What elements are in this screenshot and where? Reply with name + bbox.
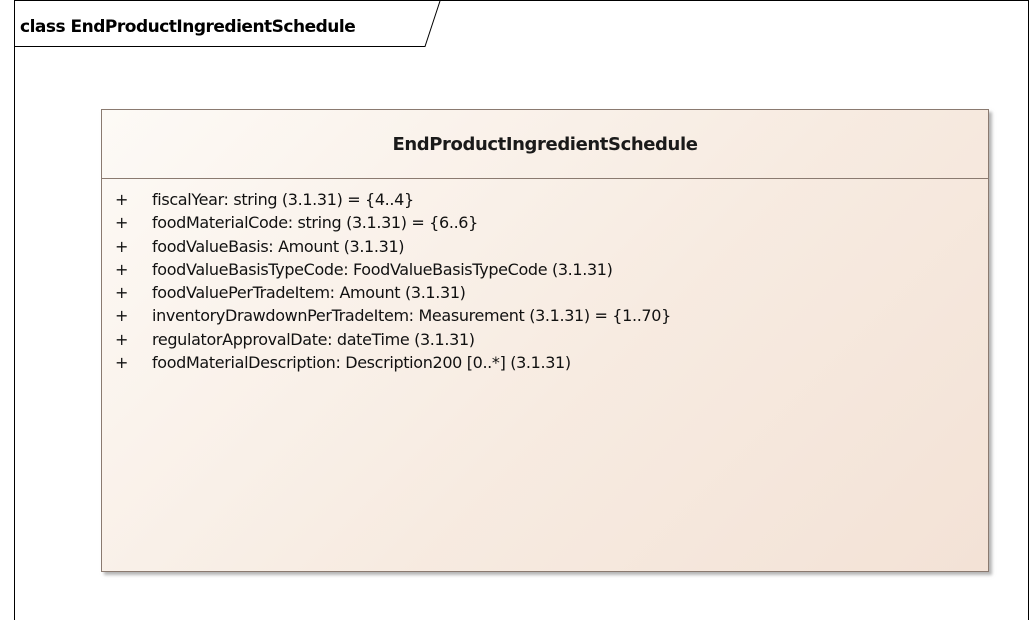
attribute-text: fiscalYear: string (3.1.31) = {4..4}: [152, 190, 414, 209]
visibility-marker: +: [115, 190, 129, 209]
attribute-text: foodMaterialCode: string (3.1.31) = {6..…: [152, 213, 478, 233]
attribute-row[interactable]: + foodMaterialDescription: Description20…: [102, 353, 988, 376]
visibility-marker: +: [115, 259, 129, 279]
attribute-row[interactable]: + regulatorApprovalDate: dateTime (3.1.3…: [102, 330, 988, 353]
class-name: EndProductIngredientSchedule: [392, 133, 698, 155]
attribute-text: inventoryDrawdownPerTradeItem: Measureme…: [152, 306, 671, 326]
attribute-text: foodValuePerTradeItem: Amount (3.1.31): [152, 283, 466, 303]
attribute-text: foodMaterialDescription: Description200 …: [152, 353, 571, 373]
attribute-row[interactable]: + inventoryDrawdownPerTradeItem: Measure…: [102, 306, 988, 329]
visibility-marker: +: [115, 306, 129, 326]
visibility-marker: +: [115, 236, 129, 256]
attribute-row[interactable]: + fiscalYear: string (3.1.31) = {4..4}: [102, 190, 988, 213]
compartment-divider: [102, 178, 988, 179]
visibility-marker: +: [115, 213, 129, 233]
attribute-row[interactable]: + foodMaterialCode: string (3.1.31) = {6…: [102, 213, 988, 236]
visibility-marker: +: [115, 283, 129, 303]
attribute-text: foodValueBasis: Amount (3.1.31): [152, 236, 405, 256]
frame-title: class EndProductIngredientSchedule: [20, 17, 356, 37]
attribute-list: + fiscalYear: string (3.1.31) = {4..4} +…: [102, 190, 988, 376]
attribute-text: foodValueBasisTypeCode: FoodValueBasisTy…: [152, 259, 613, 279]
attribute-row[interactable]: + foodValueBasisTypeCode: FoodValueBasis…: [102, 260, 988, 283]
attribute-text: regulatorApprovalDate: dateTime (3.1.31): [152, 329, 475, 349]
attribute-row[interactable]: + foodValueBasis: Amount (3.1.31): [102, 237, 988, 260]
visibility-marker: +: [115, 329, 129, 349]
attribute-row[interactable]: + foodValuePerTradeItem: Amount (3.1.31): [102, 283, 988, 306]
frame-name-tab: class EndProductIngredientSchedule: [15, 1, 455, 47]
class-box[interactable]: EndProductIngredientSchedule + fiscalYea…: [101, 109, 989, 572]
visibility-marker: +: [115, 353, 129, 373]
diagram-frame: class EndProductIngredientSchedule EndPr…: [14, 0, 1029, 620]
